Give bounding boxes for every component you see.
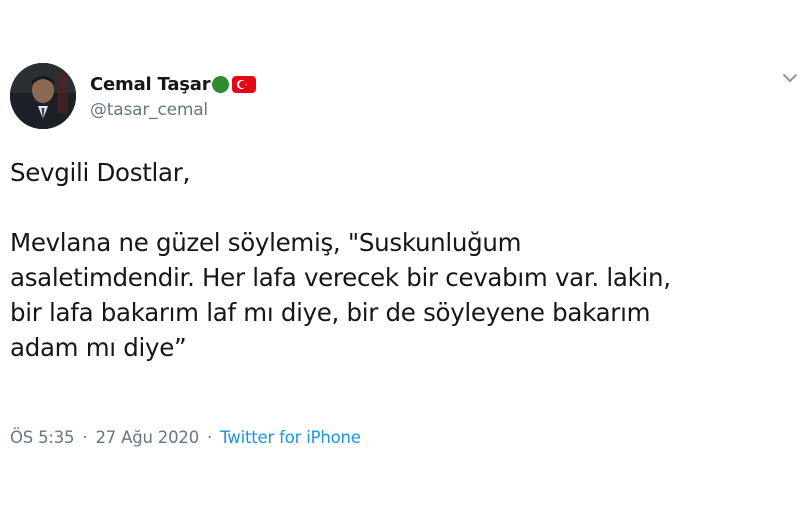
- tweet-line: asaletimdendir. Her lafa verecek bir cev…: [10, 263, 671, 292]
- tweet-line: bir lafa bakarım laf mı diye, bir de söy…: [10, 298, 651, 327]
- meta-separator: ·: [207, 428, 213, 447]
- tweet-greeting: Sevgili Dostlar,: [10, 158, 190, 187]
- name-row: Cemal Taşar: [90, 73, 257, 97]
- green-dot-icon: [212, 76, 230, 93]
- tweet-source-link[interactable]: Twitter for iPhone: [220, 428, 361, 447]
- tweet-time[interactable]: ÖS 5:35: [10, 428, 75, 447]
- display-name[interactable]: Cemal Taşar: [90, 74, 211, 95]
- tweet-header: Cemal Taşar @tasar_cemal: [10, 62, 257, 130]
- tweet-line: Mevlana ne güzel söylemiş, "Suskunluğum: [10, 228, 522, 257]
- turkish-flag-icon: [232, 76, 257, 93]
- tweet-line: adam mı diye”: [10, 333, 187, 362]
- tweet-meta: ÖS 5:35 · 27 Ağu 2020 · Twitter for iPho…: [10, 428, 361, 447]
- user-handle[interactable]: @tasar_cemal: [90, 100, 256, 120]
- user-names: Cemal Taşar @tasar_cemal: [90, 73, 257, 120]
- avatar-image: [10, 63, 76, 129]
- tweet-text: Sevgili Dostlar, Mevlana ne güzel söylem…: [10, 155, 790, 365]
- tweet-card: Cemal Taşar @tasar_cemal Sevgili Dostlar…: [0, 0, 800, 521]
- chevron-down-icon[interactable]: [780, 68, 800, 88]
- tweet-date[interactable]: 27 Ağu 2020: [96, 428, 200, 447]
- avatar[interactable]: [10, 63, 76, 129]
- meta-separator: ·: [82, 428, 88, 447]
